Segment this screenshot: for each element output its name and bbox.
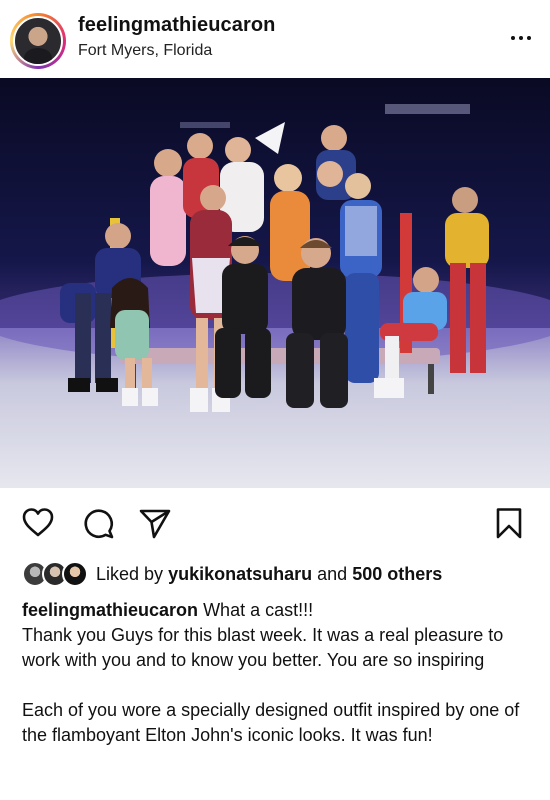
likes-prefix: Liked by [96, 563, 164, 584]
post-username[interactable]: feelingmathieucaron [78, 14, 276, 37]
post-location[interactable]: Fort Myers, Florida [78, 42, 212, 60]
post-photo[interactable] [0, 78, 550, 488]
likes-text: Liked by yukikonatsuharu and 500 others [96, 564, 442, 585]
more-dots-icon [511, 36, 515, 40]
avatar-image [13, 16, 63, 66]
caption-paragraph-2: Each of you wore a specially designed ou… [22, 700, 520, 745]
likes-row[interactable]: Liked by yukikonatsuharu and 500 others [22, 560, 442, 588]
likes-and: and [317, 563, 348, 584]
more-options-button[interactable] [508, 28, 534, 48]
post-caption: feelingmathieucaron What a cast!!! Thank… [22, 598, 537, 748]
comment-bubble-icon [84, 509, 114, 539]
paper-plane-icon [139, 509, 171, 539]
heart-icon [22, 508, 54, 537]
post-header: feelingmathieucaron Fort Myers, Florida [0, 0, 550, 78]
cast-photo-illustration [0, 78, 550, 488]
liker-avatars [22, 561, 88, 587]
comment-button[interactable] [81, 506, 115, 540]
post-actions [0, 500, 550, 546]
caption-first-line: feelingmathieucaron What a cast!!! [22, 598, 537, 623]
caption-username[interactable]: feelingmathieucaron [22, 600, 198, 620]
bookmark-icon [496, 508, 522, 539]
profile-avatar[interactable] [10, 13, 66, 69]
save-button[interactable] [492, 506, 526, 540]
like-button[interactable] [21, 506, 55, 540]
likes-count[interactable]: 500 others [352, 564, 442, 584]
liker-username[interactable]: yukikonatsuharu [168, 564, 312, 584]
caption-line1: What a cast!!! [203, 600, 314, 620]
liker-avatar [62, 561, 88, 587]
share-button[interactable] [138, 506, 172, 540]
caption-paragraph-1: Thank you Guys for this blast week. It w… [22, 625, 504, 670]
